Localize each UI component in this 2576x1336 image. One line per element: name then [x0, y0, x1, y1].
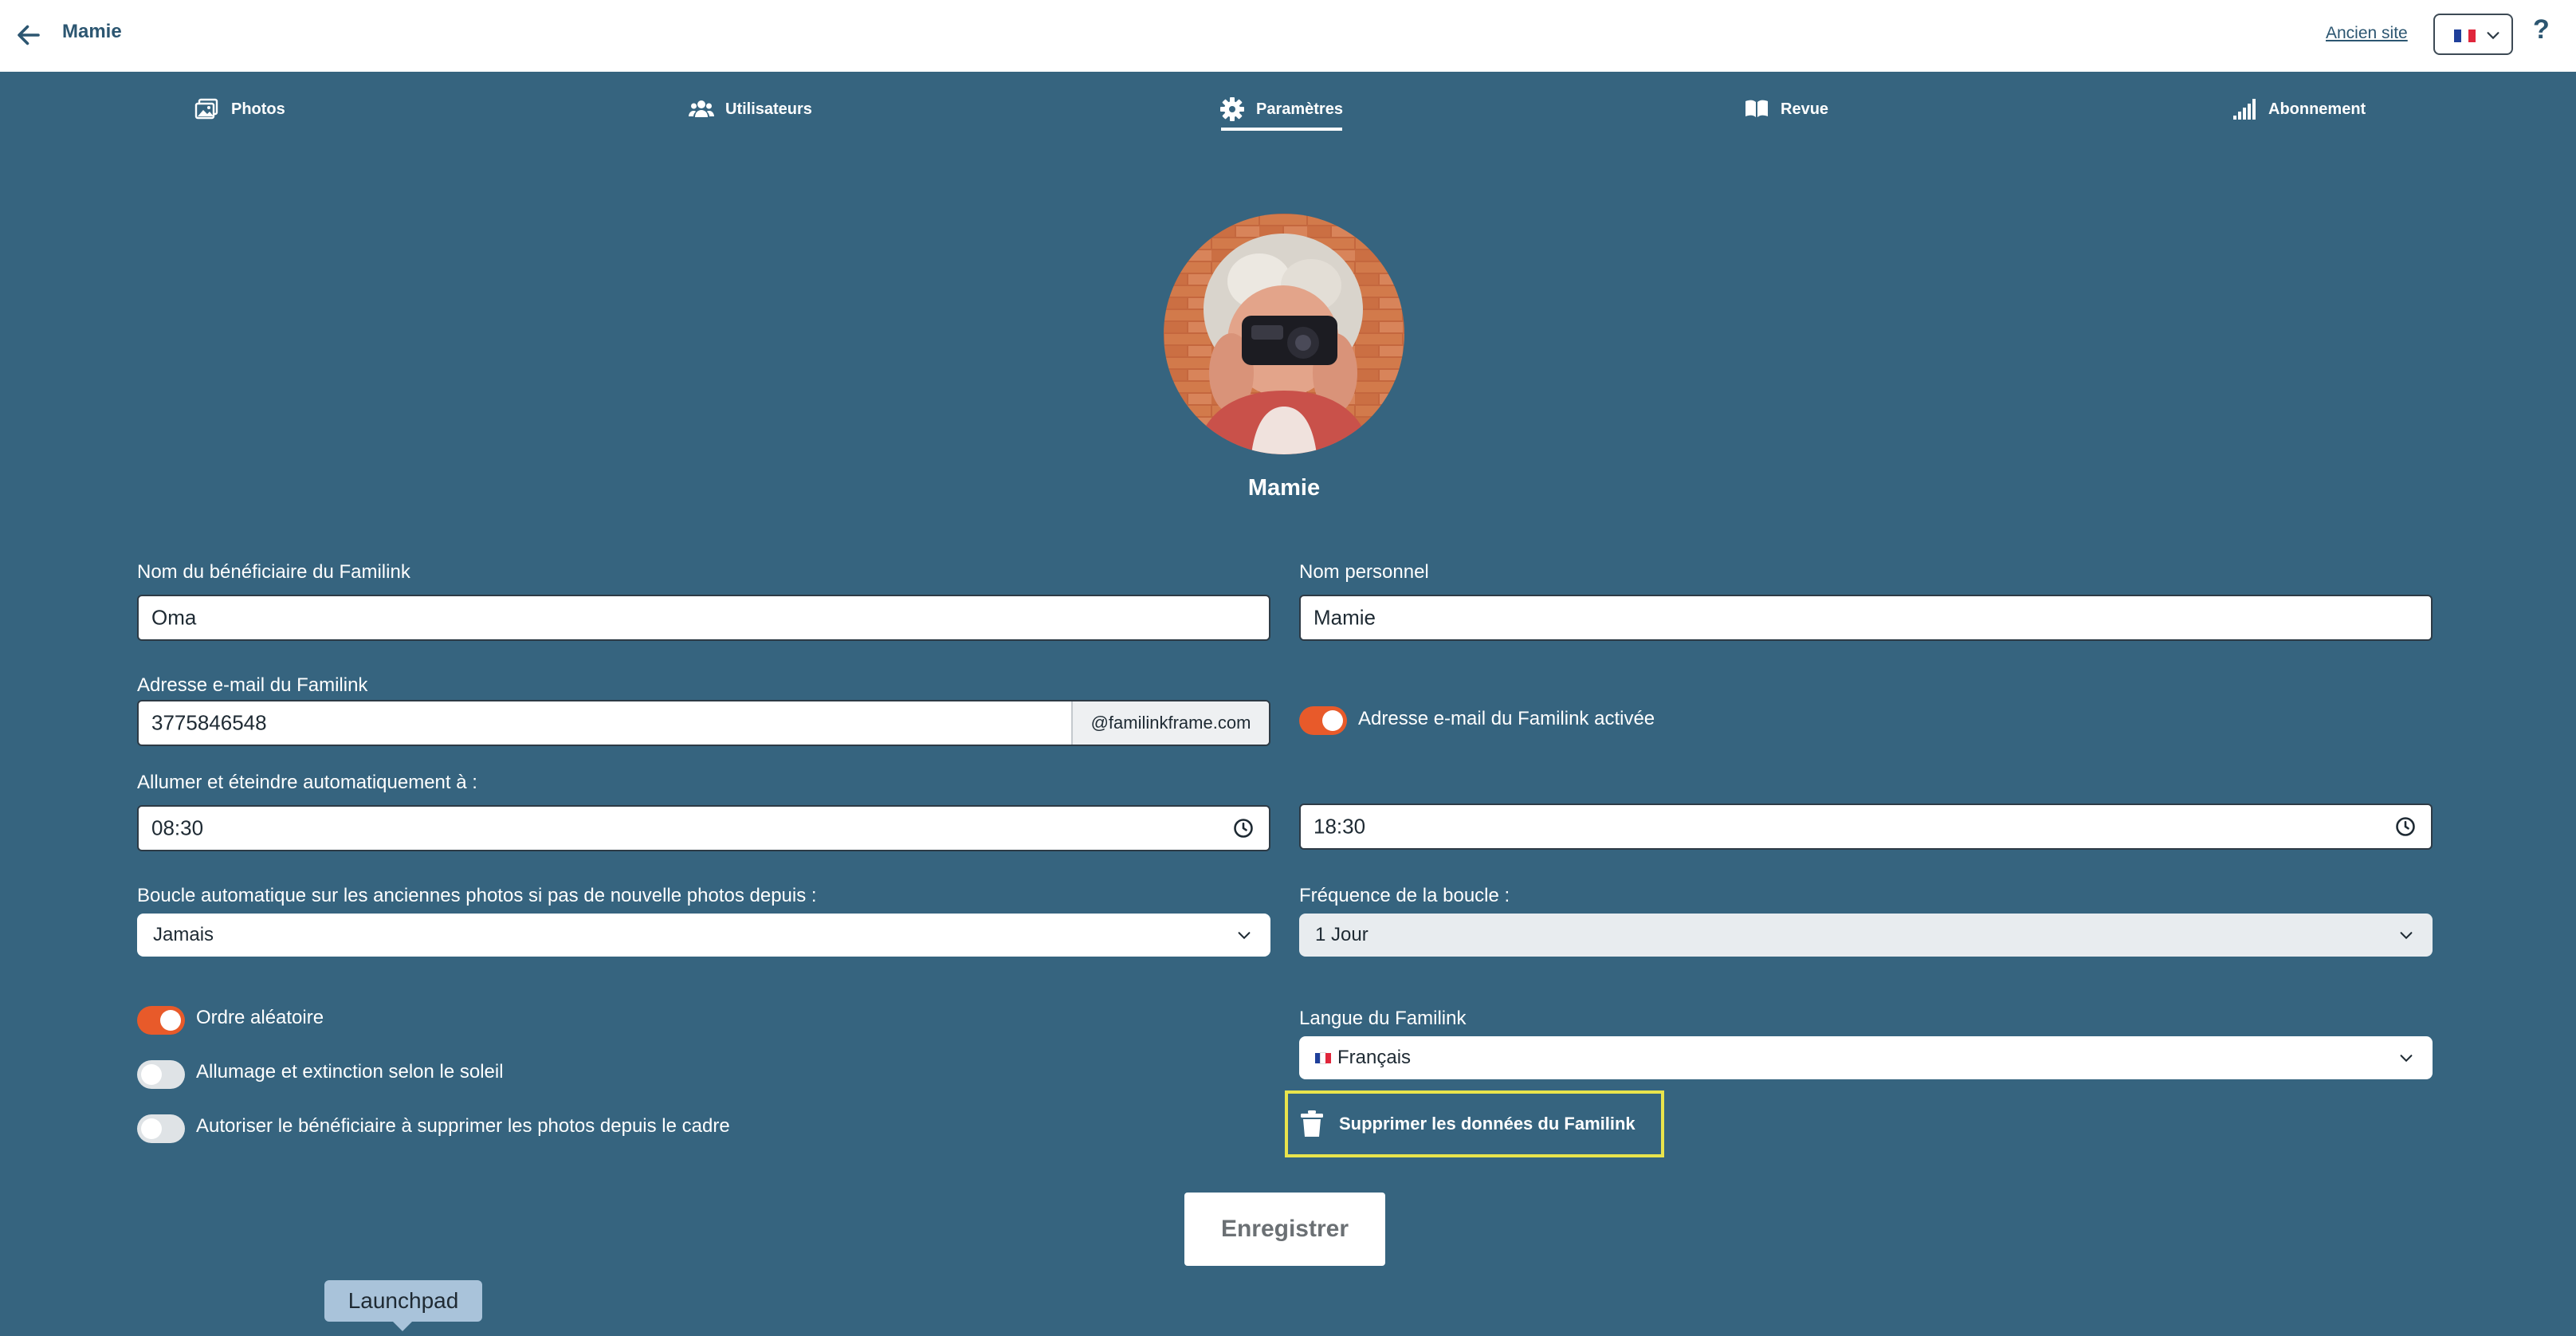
power-on-time-value: 08:30	[151, 815, 204, 840]
sun-power-toggle[interactable]	[137, 1060, 185, 1089]
familink-email-value: 3775846548	[151, 710, 267, 735]
help-icon[interactable]: ?	[2533, 14, 2550, 45]
beneficiary-label: Nom du bénéficiaire du Familink	[137, 561, 410, 583]
profile-avatar[interactable]	[1164, 214, 1404, 454]
tab-settings-label: Paramètres	[1256, 100, 1343, 118]
chevron-down-icon	[2400, 1055, 2413, 1063]
email-label: Adresse e-mail du Familink	[137, 674, 368, 696]
language-select[interactable]: Français	[1299, 1036, 2433, 1079]
french-flag-icon	[2454, 29, 2476, 42]
loop-label: Boucle automatique sur les anciennes pho…	[137, 885, 817, 906]
language-flag-select[interactable]	[2433, 14, 2513, 55]
random-order-label: Ordre aléatoire	[196, 1007, 324, 1028]
signal-bars-icon	[2233, 99, 2256, 120]
chevron-down-icon	[1238, 932, 1251, 940]
sun-power-label: Allumage et extinction selon le soleil	[196, 1061, 504, 1083]
save-button[interactable]: Enregistrer	[1184, 1193, 1385, 1266]
old-site-link[interactable]: Ancien site	[2326, 24, 2408, 43]
chevron-down-icon	[2400, 932, 2413, 940]
personal-name-label: Nom personnel	[1299, 561, 1429, 583]
tab-review[interactable]: Revue	[1744, 88, 1828, 131]
tooltip-pointer	[391, 1320, 414, 1331]
random-order-toggle[interactable]	[137, 1006, 185, 1035]
french-flag-icon	[1315, 1051, 1332, 1064]
trash-icon	[1301, 1110, 1323, 1137]
power-off-time-value: 18:30	[1314, 814, 1366, 839]
email-enabled-label: Adresse e-mail du Familink activée	[1358, 708, 1655, 729]
profile-name: Mamie	[1247, 475, 1321, 501]
active-tab-indicator	[1221, 128, 1342, 131]
delete-data-button[interactable]: Supprimer les données du Familink	[1285, 1090, 1664, 1157]
language-select-value: Français	[1315, 1047, 1411, 1069]
tab-review-label: Revue	[1781, 100, 1829, 118]
tab-photos-label: Photos	[231, 100, 285, 118]
beneficiary-name-value: Oma	[151, 605, 197, 630]
familink-email-input[interactable]: 3775846548 @familinkframe.com	[137, 700, 1270, 746]
avatar-photo	[1164, 214, 1404, 454]
tab-users-label: Utilisateurs	[725, 100, 812, 118]
back-arrow-icon[interactable]	[14, 21, 43, 49]
photos-icon	[194, 98, 218, 120]
email-domain-suffix: @familinkframe.com	[1071, 701, 1269, 745]
toggle-knob	[141, 1118, 162, 1139]
delete-data-label: Supprimer les données du Familink	[1339, 1114, 1636, 1134]
toggle-knob	[1322, 710, 1343, 731]
personal-name-value: Mamie	[1314, 605, 1376, 630]
chevron-down-icon	[2487, 32, 2499, 40]
toggle-knob	[160, 1010, 181, 1031]
email-enabled-toggle[interactable]	[1299, 706, 1347, 735]
loop-select[interactable]: Jamais	[137, 914, 1270, 957]
tab-subscription[interactable]: Abonnement	[2232, 88, 2366, 131]
tab-subscription-label: Abonnement	[2268, 100, 2366, 118]
tab-photos[interactable]: Photos	[194, 88, 285, 131]
launchpad-tooltip: Launchpad	[324, 1280, 482, 1322]
allow-delete-toggle[interactable]	[137, 1114, 185, 1143]
book-icon	[1745, 100, 1768, 117]
users-icon	[689, 100, 714, 117]
beneficiary-name-input[interactable]: Oma	[137, 595, 1270, 641]
auto-power-label: Allumer et éteindre automatiquement à :	[137, 772, 477, 793]
loop-frequency-value: 1 Jour	[1315, 924, 1368, 945]
loop-select-value: Jamais	[153, 924, 214, 945]
clock-icon[interactable]	[2394, 815, 2417, 838]
power-off-time-input[interactable]: 18:30	[1299, 804, 2433, 850]
allow-delete-label: Autoriser le bénéficiaire à supprimer le…	[196, 1115, 730, 1137]
loop-frequency-select[interactable]: 1 Jour	[1299, 914, 2433, 957]
language-name: Français	[1337, 1047, 1412, 1068]
gear-icon	[1220, 97, 1244, 121]
top-bar: Mamie Ancien site ?	[0, 0, 2576, 72]
power-on-time-input[interactable]: 08:30	[137, 805, 1270, 851]
personal-name-input[interactable]: Mamie	[1299, 595, 2433, 641]
page-title: Mamie	[62, 21, 122, 42]
clock-icon[interactable]	[1232, 817, 1255, 839]
language-label: Langue du Familink	[1299, 1008, 1467, 1029]
loop-frequency-label: Fréquence de la boucle :	[1299, 885, 1510, 906]
toggle-knob	[141, 1064, 162, 1085]
tab-settings[interactable]: Paramètres	[1219, 88, 1343, 131]
tab-users[interactable]: Utilisateurs	[689, 88, 812, 131]
